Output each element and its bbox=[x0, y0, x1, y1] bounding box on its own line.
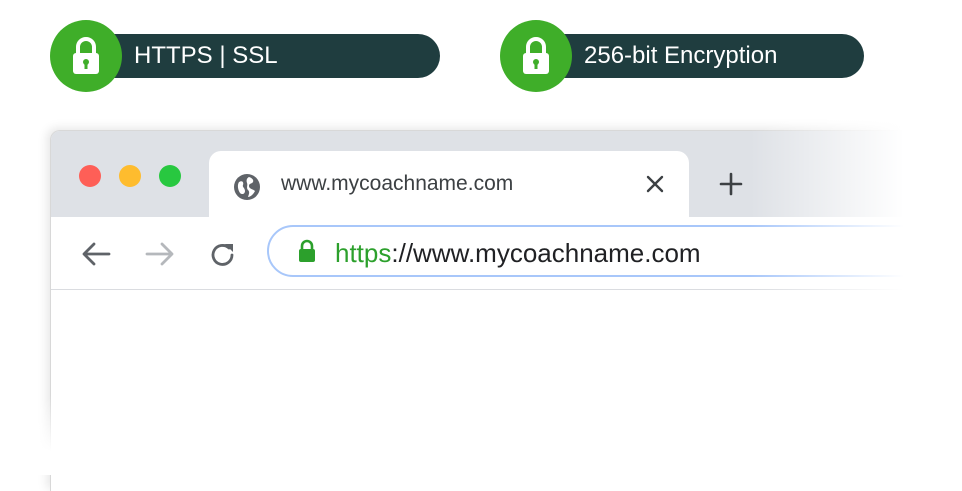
browser-toolbar: https://www.mycoachname.com bbox=[51, 217, 962, 290]
badge-label: 256-bit Encryption bbox=[536, 34, 864, 78]
padlock-icon bbox=[50, 20, 122, 92]
url-host: ://www.mycoachname.com bbox=[391, 238, 701, 268]
close-tab-icon[interactable] bbox=[646, 175, 664, 198]
badge-label: HTTPS | SSL bbox=[86, 34, 440, 78]
tab-title: www.mycoachname.com bbox=[281, 172, 514, 195]
close-window-button[interactable] bbox=[79, 165, 101, 187]
tab-bar: www.mycoachname.com bbox=[51, 131, 962, 217]
forward-arrow-icon[interactable] bbox=[145, 241, 175, 272]
globe-icon bbox=[233, 173, 261, 206]
address-bar[interactable]: https://www.mycoachname.com bbox=[267, 225, 962, 277]
url-text: https://www.mycoachname.com bbox=[335, 238, 701, 268]
back-arrow-icon[interactable] bbox=[81, 241, 111, 272]
browser-tab[interactable]: www.mycoachname.com bbox=[209, 151, 689, 217]
browser-window: www.mycoachname.com https://www.mycoachn… bbox=[50, 130, 962, 491]
padlock-icon bbox=[500, 20, 572, 92]
maximize-window-button[interactable] bbox=[159, 165, 181, 187]
minimize-window-button[interactable] bbox=[119, 165, 141, 187]
new-tab-plus-icon[interactable] bbox=[719, 172, 743, 201]
secure-lock-icon bbox=[297, 239, 317, 268]
reload-icon[interactable] bbox=[209, 241, 237, 274]
url-scheme: https bbox=[335, 238, 392, 268]
